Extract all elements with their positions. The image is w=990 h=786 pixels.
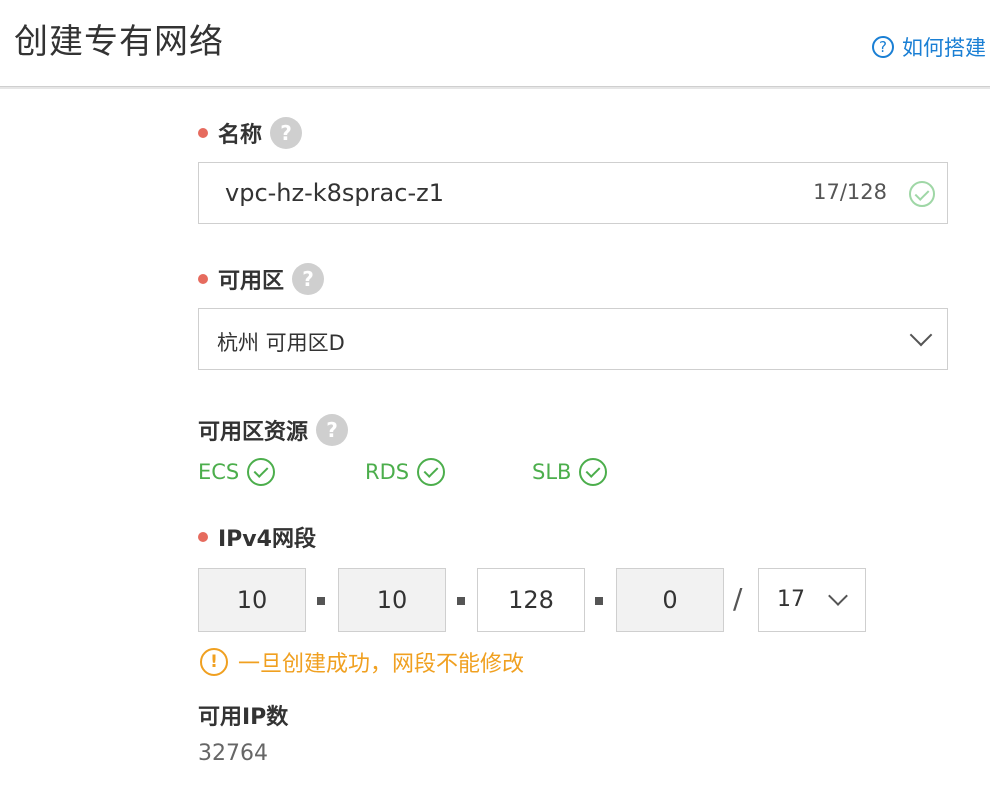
- resources-label: 可用区资源: [198, 420, 309, 445]
- zone-select-value: 杭州 可用区D: [217, 331, 345, 355]
- help-link[interactable]: ? 如何搭建: [872, 32, 986, 62]
- ipv4-warning: ! 一旦创建成功，网段不能修改: [200, 646, 524, 678]
- check-circle-icon: [247, 458, 276, 486]
- ipv4-octet-3[interactable]: 128: [477, 568, 585, 632]
- check-circle-icon: [579, 458, 608, 486]
- cidr-mask-value: 17: [777, 587, 805, 612]
- check-circle-icon: [909, 181, 935, 207]
- question-icon[interactable]: ?: [316, 414, 349, 446]
- available-ip-label: 可用IP数: [198, 705, 289, 730]
- required-indicator: [198, 532, 208, 542]
- required-indicator: [198, 128, 208, 138]
- ipv4-dot-separator: [317, 597, 325, 605]
- resource-label: ECS: [198, 460, 240, 484]
- resource-slb: SLB: [532, 458, 608, 486]
- ipv4-label: IPv4网段: [218, 527, 316, 552]
- question-circle-icon: ?: [872, 36, 894, 58]
- resource-label: RDS: [365, 460, 410, 484]
- question-icon[interactable]: ?: [292, 263, 325, 295]
- required-indicator: [198, 274, 208, 284]
- chevron-down-icon: [828, 586, 848, 606]
- zone-label: 可用区: [218, 269, 285, 294]
- help-link-label: 如何搭建: [902, 36, 986, 60]
- zone-label-row: 可用区 ?: [198, 263, 325, 295]
- name-char-count: 17/128: [813, 180, 887, 204]
- page-title: 创建专有网络: [14, 22, 224, 62]
- name-label-row: 名称 ?: [198, 117, 303, 149]
- check-circle-icon: [417, 458, 446, 486]
- cidr-mask-select[interactable]: 17: [758, 568, 866, 632]
- header-divider: [0, 86, 990, 89]
- ipv4-octet-2: 10: [338, 568, 446, 632]
- resource-label: SLB: [532, 460, 572, 484]
- ipv4-octet-1: 10: [198, 568, 306, 632]
- ipv4-dot-separator: [595, 597, 603, 605]
- name-input[interactable]: vpc-hz-k8sprac-z1 17/128: [198, 162, 948, 224]
- zone-select[interactable]: 杭州 可用区D: [198, 308, 948, 370]
- resource-ecs: ECS: [198, 458, 276, 486]
- resources-label-row: 可用区资源 ?: [198, 414, 349, 446]
- ipv4-octet-4: 0: [616, 568, 724, 632]
- cidr-slash: /: [733, 582, 743, 615]
- chevron-down-icon: [909, 323, 933, 347]
- exclamation-circle-icon: !: [200, 648, 228, 676]
- name-input-value[interactable]: vpc-hz-k8sprac-z1: [225, 179, 444, 207]
- name-label: 名称: [218, 123, 263, 148]
- available-ip-value: 32764: [198, 741, 268, 766]
- ipv4-dot-separator: [457, 597, 465, 605]
- question-icon[interactable]: ?: [270, 117, 303, 149]
- ipv4-warning-text: 一旦创建成功，网段不能修改: [238, 652, 525, 677]
- resource-rds: RDS: [365, 458, 446, 486]
- ipv4-label-row: IPv4网段: [198, 521, 316, 553]
